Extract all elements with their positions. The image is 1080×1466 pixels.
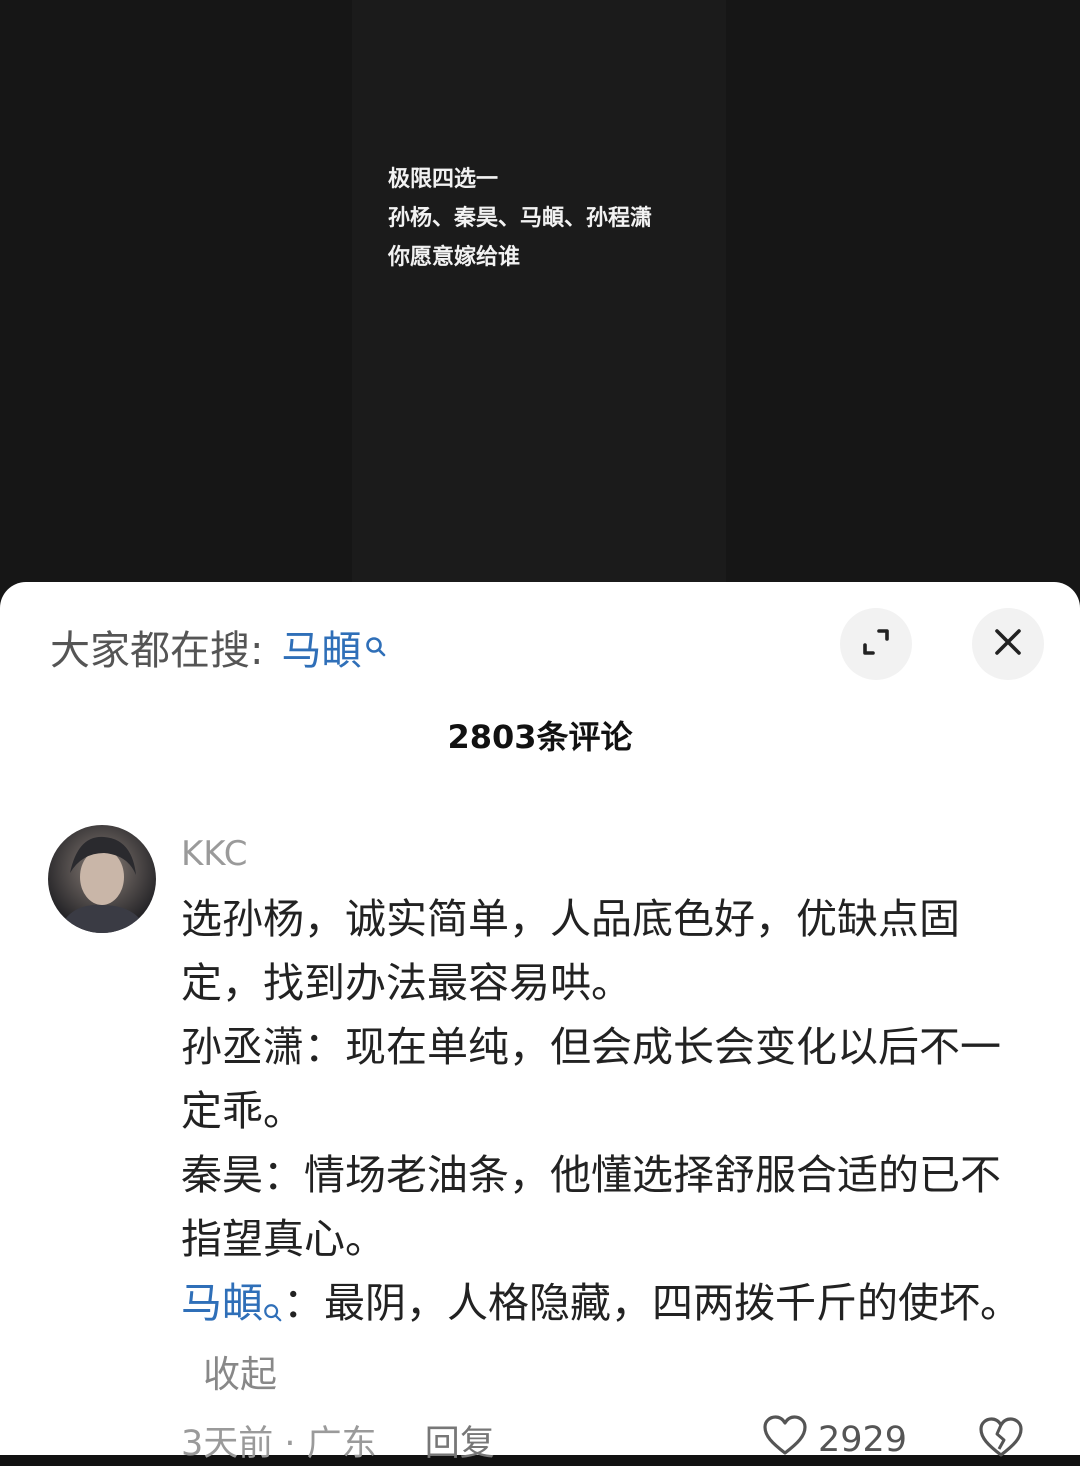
comment-paragraph: 孙丞潇：现在单纯，但会成长会变化以后不一定乖。	[181, 1023, 1001, 1135]
like-count: 2929	[818, 1419, 908, 1460]
search-link[interactable]: 马頔	[181, 1279, 263, 1327]
collapse-button[interactable]: 收起	[203, 1353, 277, 1396]
video-area[interactable]: 极限四选一 孙杨、秦昊、马頔、孙程潇 你愿意嫁给谁	[0, 0, 1080, 600]
heart-icon	[762, 1414, 808, 1465]
comment-text: ：最阴，人格隐藏，四两拨千斤的使坏。	[283, 1279, 1021, 1327]
caption-line-2: 孙杨、秦昊、马頔、孙程潇	[388, 206, 653, 231]
video-frame	[352, 0, 726, 600]
avatar[interactable]	[48, 825, 156, 933]
search-icon[interactable]	[365, 622, 387, 668]
trending-search: 大家都在搜: 马頔	[50, 618, 387, 676]
comment-count-title: 2803条评论	[447, 718, 633, 756]
trending-search-term[interactable]: 马頔	[281, 628, 361, 674]
expand-icon	[859, 625, 893, 663]
comment-meta: 3天前 · 广东 回复	[181, 1415, 495, 1466]
comment-sheet: 大家都在搜: 马頔 2803条评论 KKC 选孙杨，诚实简单，人品底色好，优缺点固…	[0, 582, 1080, 1464]
close-button[interactable]	[972, 608, 1044, 680]
trending-search-prefix: 大家都在搜:	[50, 628, 264, 674]
comment-paragraph: 选孙杨，诚实简单，人品底色好，优缺点固定，找到办法最容易哄。	[181, 895, 960, 1007]
video-caption: 极限四选一 孙杨、秦昊、马頔、孙程潇 你愿意嫁给谁	[388, 160, 652, 277]
reply-button[interactable]: 回复	[425, 1424, 495, 1464]
caption-line-3: 你愿意嫁给谁	[388, 245, 521, 270]
like-button[interactable]: 2929	[762, 1414, 907, 1465]
comment-paragraph: 秦昊：情场老油条，他懂选择舒服合适的已不指望真心。	[181, 1151, 1001, 1263]
search-icon[interactable]	[263, 1277, 283, 1341]
dislike-button[interactable]	[978, 1416, 1024, 1462]
comment-username[interactable]: KKC	[181, 834, 247, 874]
meta-separator: ·	[273, 1424, 307, 1464]
caption-line-1: 极限四选一	[388, 167, 499, 192]
expand-button[interactable]	[840, 608, 912, 680]
comment-time: 3天前	[181, 1424, 274, 1464]
comment-location: 广东	[306, 1424, 377, 1464]
dislike-heart-icon	[978, 1417, 1024, 1462]
close-icon	[993, 627, 1023, 661]
comment-paragraph: 马頔 ：最阴，人格隐藏，四两拨千斤的使坏。收起	[181, 1271, 1041, 1407]
comment-body: 选孙杨，诚实简单，人品底色好，优缺点固定，找到办法最容易哄。 孙丞潇：现在单纯，…	[181, 887, 1041, 1407]
